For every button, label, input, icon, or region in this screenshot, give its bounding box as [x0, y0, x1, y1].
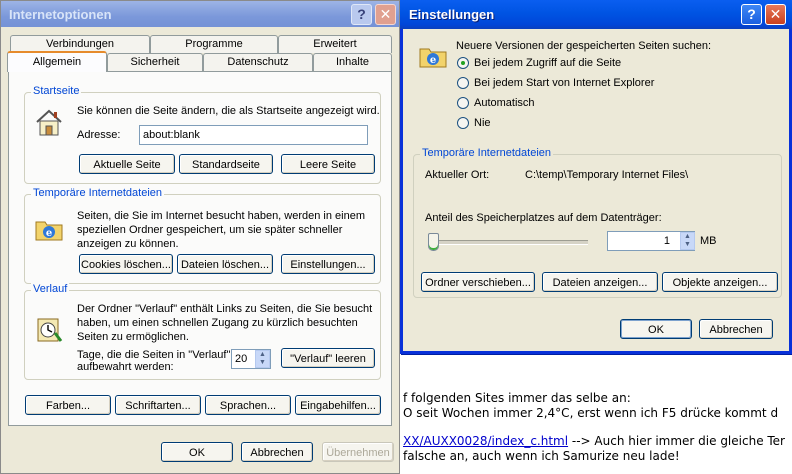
colors-button[interactable]: Farben...: [25, 395, 111, 415]
spin-down-icon[interactable]: ▼: [256, 359, 269, 367]
help-icon[interactable]: ?: [351, 4, 372, 25]
move-folder-button[interactable]: Ordner verschieben...: [421, 272, 535, 292]
window-title: Internetoptionen: [9, 7, 112, 22]
tab-label: Erweitert: [313, 38, 357, 50]
location-label: Aktueller Ort:: [425, 169, 490, 181]
temp-desc-1: Seiten, die Sie im Internet besucht habe…: [77, 210, 366, 222]
delete-cookies-button[interactable]: Cookies löschen...: [79, 254, 173, 274]
svg-text:e: e: [430, 55, 436, 66]
verlauf-desc-2: haben, um einen schnellen Zugang zu kürz…: [77, 317, 358, 329]
tab-allgemein[interactable]: Allgemein: [7, 51, 107, 72]
settings-button[interactable]: Einstellungen...: [281, 254, 375, 274]
tab-erweitert[interactable]: Erweitert: [278, 35, 392, 53]
check-label: Neuere Versionen der gespeicherten Seite…: [456, 40, 712, 52]
space-unit: MB: [700, 235, 717, 247]
group-temp-files: Temporäre Internetdateien Aktueller Ort:…: [413, 147, 782, 298]
location-value: C:\temp\Temporary Internet Files\: [525, 169, 689, 181]
bg-link[interactable]: XX/AUXX0028/index_c.html: [403, 434, 568, 448]
slider-track[interactable]: [428, 240, 588, 245]
delete-files-button[interactable]: Dateien löschen...: [177, 254, 273, 274]
tab-label: Sicherheit: [130, 56, 180, 68]
address-input[interactable]: about:blank: [139, 125, 368, 145]
days-label-2: aufbewahrt werden:: [77, 361, 174, 373]
radio-label[interactable]: Bei jedem Start von Internet Explorer: [474, 77, 654, 89]
group-startseite: Startseite Sie können die Seite ändern, …: [24, 85, 381, 184]
spin-up-icon[interactable]: ▲: [256, 351, 269, 359]
slider-thumb[interactable]: [428, 233, 439, 251]
ie-folder-icon: e: [35, 221, 63, 241]
radio-every-start[interactable]: [457, 77, 469, 89]
radio-label[interactable]: Nie: [474, 117, 491, 129]
cancel-button[interactable]: Abbrechen: [699, 319, 773, 339]
tab-label: Inhalte: [335, 56, 370, 68]
temp-desc-2: speziellen Ordner gespeichert, um sie sp…: [77, 224, 343, 236]
einstellungen-window: Einstellungen ? ✕ e Neuere Versionen der…: [400, 0, 792, 354]
ie-folder-icon: e: [419, 48, 447, 68]
space-label: Anteil des Speicherplatzes auf dem Daten…: [425, 212, 662, 224]
tab-panel-allgemein: Startseite Sie können die Seite ändern, …: [8, 71, 392, 426]
help-icon[interactable]: ?: [741, 4, 762, 25]
verlauf-desc-1: Der Ordner "Verlauf" enthält Links zu Se…: [77, 303, 373, 315]
window-title: Einstellungen: [409, 7, 495, 22]
radio-label[interactable]: Automatisch: [474, 97, 535, 109]
group-legend: Verlauf: [31, 283, 70, 295]
cancel-button[interactable]: Abbrechen: [241, 442, 313, 462]
titlebar[interactable]: Einstellungen ? ✕: [400, 0, 792, 29]
tab-label: Programme: [185, 38, 243, 50]
bg-line-4: falsche an, auch wenn ich Samurize neu l…: [403, 449, 680, 463]
group-legend: Temporäre Internetdateien: [31, 187, 165, 199]
close-icon[interactable]: ✕: [765, 4, 786, 25]
svg-text:e: e: [46, 228, 52, 239]
spin-up-icon[interactable]: ▲: [681, 233, 694, 241]
current-page-button[interactable]: Aktuelle Seite: [79, 154, 175, 174]
tab-programme[interactable]: Programme: [150, 35, 278, 53]
group-legend: Startseite: [31, 85, 82, 97]
view-objects-button[interactable]: Objekte anzeigen...: [662, 272, 778, 292]
fonts-button[interactable]: Schriftarten...: [115, 395, 201, 415]
accessibility-button[interactable]: Eingabehilfen...: [295, 395, 381, 415]
titlebar[interactable]: Internetoptionen ? ✕: [1, 1, 399, 27]
radio-label[interactable]: Bei jedem Zugriff auf die Seite: [474, 57, 621, 69]
bg-line-3-rest: --> Auch hier immer die gleiche Ter: [568, 434, 785, 448]
close-icon[interactable]: ✕: [375, 4, 396, 25]
group-temp-files: Temporäre Internetdateien e Seiten, die …: [24, 187, 381, 284]
radio-never[interactable]: [457, 117, 469, 129]
blank-page-button[interactable]: Leere Seite: [281, 154, 375, 174]
days-label-1: Tage, die die Seiten in "Verlauf": [77, 349, 231, 361]
bg-line-3: XX/AUXX0028/index_c.html --> Auch hier i…: [403, 434, 785, 448]
background-page: f folgenden Sites immer das selbe an: O …: [400, 354, 792, 474]
radio-automatic[interactable]: [457, 97, 469, 109]
view-files-button[interactable]: Dateien anzeigen...: [542, 272, 658, 292]
space-spinner[interactable]: ▲ ▼: [680, 232, 695, 250]
clear-history-button[interactable]: "Verlauf" leeren: [281, 348, 375, 368]
startseite-desc: Sie können die Seite ändern, die als Sta…: [77, 105, 380, 117]
bg-line-1: f folgenden Sites immer das selbe an:: [403, 391, 631, 405]
tab-label: Verbindungen: [46, 38, 114, 50]
home-icon: [36, 109, 62, 136]
address-label: Adresse:: [77, 129, 121, 141]
group-legend: Temporäre Internetdateien: [420, 147, 554, 159]
tab-sicherheit[interactable]: Sicherheit: [107, 53, 203, 71]
spin-down-icon[interactable]: ▼: [681, 241, 694, 249]
temp-desc-3: anzeigen zu können.: [77, 238, 179, 250]
internetoptionen-window: Internetoptionen ? ✕ Verbindungen Progra…: [0, 0, 400, 474]
history-icon: [37, 318, 63, 342]
default-page-button[interactable]: Standardseite: [179, 154, 273, 174]
radio-every-visit[interactable]: [457, 57, 469, 69]
days-spinner[interactable]: ▲ ▼: [255, 350, 270, 368]
verlauf-desc-3: Seiten zu ermöglichen.: [77, 331, 189, 343]
tab-label: Allgemein: [32, 56, 82, 68]
ok-button[interactable]: OK: [161, 442, 233, 462]
tab-datenschutz[interactable]: Datenschutz: [203, 53, 313, 71]
group-verlauf: Verlauf Der Ordner "Verlauf" enthält Lin…: [24, 283, 381, 380]
tab-label: Datenschutz: [227, 56, 289, 68]
bg-line-2: O seit Wochen immer 2,4°C, erst wenn ich…: [403, 406, 779, 420]
apply-button[interactable]: Übernehmen: [322, 442, 394, 462]
ok-button[interactable]: OK: [620, 319, 692, 339]
languages-button[interactable]: Sprachen...: [205, 395, 291, 415]
tab-inhalte[interactable]: Inhalte: [313, 53, 392, 71]
